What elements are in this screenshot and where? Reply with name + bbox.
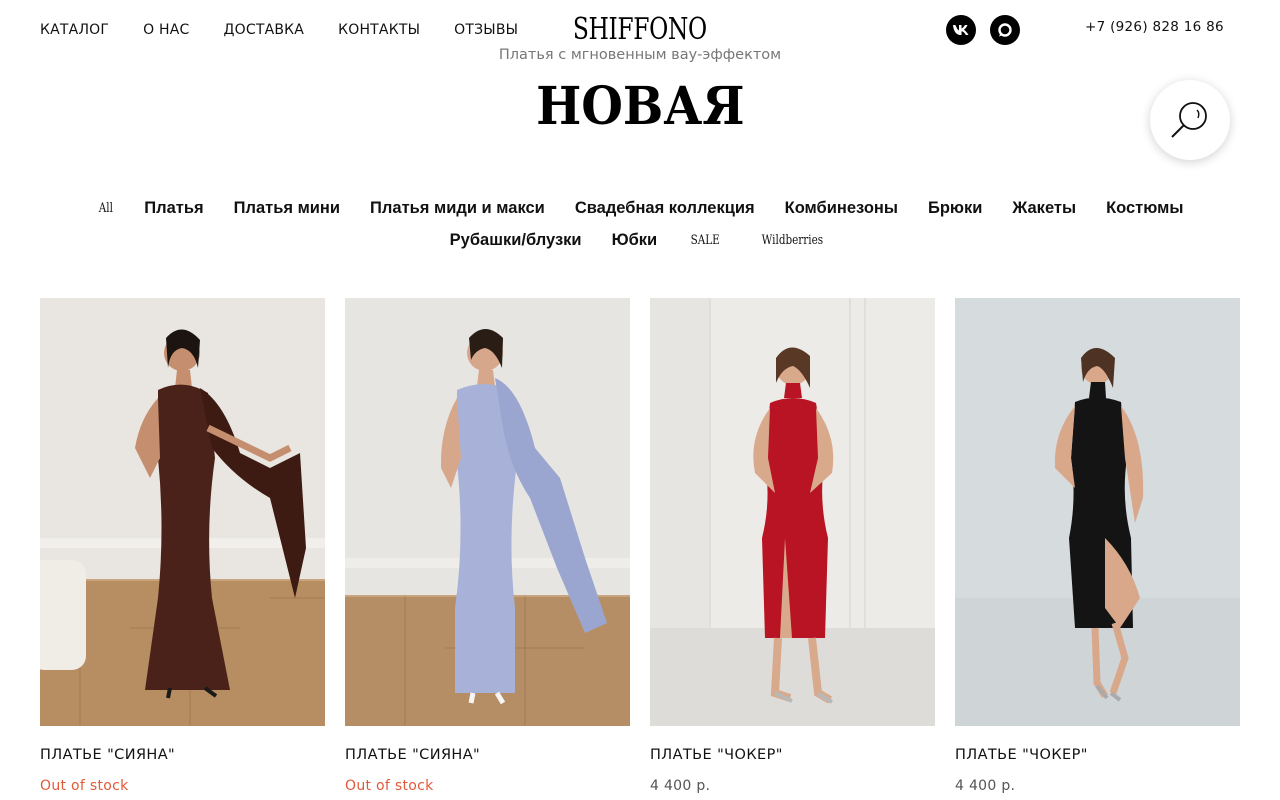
nav-reviews-link[interactable]: ОТЗЫВЫ bbox=[454, 20, 518, 40]
product-price: Out of stock bbox=[40, 778, 129, 794]
product-card[interactable]: ПЛАТЬЕ "ЧОКЕР" 4 400 р. bbox=[650, 298, 935, 794]
category-jackets[interactable]: Жакеты bbox=[1012, 199, 1076, 218]
category-dresses[interactable]: Платья bbox=[144, 199, 203, 218]
category-sale[interactable]: SALE bbox=[691, 233, 720, 248]
top-nav: КАТАЛОГ О НАС ДОСТАВКА КОНТАКТЫ ОТЗЫВЫ bbox=[40, 20, 518, 40]
product-photo bbox=[40, 298, 325, 726]
product-price: 4 400 р. bbox=[650, 778, 711, 794]
social-links bbox=[946, 15, 1020, 45]
category-mini-dresses[interactable]: Платья мини bbox=[234, 199, 340, 218]
category-wildberries[interactable]: Wildberries bbox=[761, 233, 822, 248]
vk-link[interactable] bbox=[946, 15, 976, 45]
category-row: All Платья Платья мини Платья миди и мак… bbox=[0, 192, 1280, 224]
logo[interactable]: SHIFFONO bbox=[573, 12, 707, 47]
product-card[interactable]: ПЛАТЬЕ "ЧОКЕР" 4 400 р. bbox=[955, 298, 1240, 794]
page-title: НОВАЯ bbox=[0, 76, 1280, 137]
category-skirts[interactable]: Юбки bbox=[612, 231, 658, 250]
search-button[interactable] bbox=[1150, 80, 1230, 160]
category-midi-maxi-dresses[interactable]: Платья миди и макси bbox=[370, 199, 545, 218]
chat-icon bbox=[998, 23, 1012, 37]
product-image[interactable] bbox=[40, 298, 325, 726]
category-suits[interactable]: Костюмы bbox=[1106, 199, 1183, 218]
page-title-text: НОВАЯ bbox=[535, 76, 745, 137]
category-trousers[interactable]: Брюки bbox=[928, 199, 982, 218]
product-title[interactable]: ПЛАТЬЕ "ЧОКЕР" bbox=[955, 746, 1240, 764]
search-icon bbox=[1171, 102, 1207, 138]
product-image[interactable] bbox=[345, 298, 630, 726]
category-shirts[interactable]: Рубашки/блузки bbox=[450, 231, 582, 250]
product-photo bbox=[345, 298, 630, 726]
product-title[interactable]: ПЛАТЬЕ "ЧОКЕР" bbox=[650, 746, 935, 764]
vk-icon bbox=[953, 25, 969, 35]
category-wedding[interactable]: Свадебная коллекция bbox=[575, 199, 755, 218]
product-photo bbox=[650, 298, 935, 726]
product-image[interactable] bbox=[650, 298, 935, 726]
product-title[interactable]: ПЛАТЬЕ "СИЯНА" bbox=[345, 746, 630, 764]
product-title[interactable]: ПЛАТЬЕ "СИЯНА" bbox=[40, 746, 325, 764]
nav-delivery-link[interactable]: ДОСТАВКА bbox=[224, 20, 305, 40]
nav-contacts-link[interactable]: КОНТАКТЫ bbox=[338, 20, 420, 40]
nav-catalog-link[interactable]: КАТАЛОГ bbox=[40, 20, 109, 40]
category-all[interactable]: All bbox=[98, 201, 112, 216]
product-price: Out of stock bbox=[345, 778, 434, 794]
chat-link[interactable] bbox=[990, 15, 1020, 45]
product-price: 4 400 р. bbox=[955, 778, 1016, 794]
product-image[interactable] bbox=[955, 298, 1240, 726]
product-photo bbox=[955, 298, 1240, 726]
nav-about-link[interactable]: О НАС bbox=[143, 20, 189, 40]
phone-link[interactable]: +7 (926) 828 16 86 bbox=[1085, 19, 1224, 35]
tagline: Платья с мгновенным вау-эффектом bbox=[498, 47, 782, 63]
category-jumpsuits[interactable]: Комбинезоны bbox=[785, 199, 898, 218]
category-filter: All Платья Платья мини Платья миди и мак… bbox=[0, 192, 1280, 256]
product-grid: ПЛАТЬЕ "СИЯНА" Out of stock ПЛАТЬЕ "СИЯН… bbox=[40, 298, 1240, 794]
product-card[interactable]: ПЛАТЬЕ "СИЯНА" Out of stock bbox=[345, 298, 630, 794]
category-row: Рубашки/блузки Юбки SALE Wildberries bbox=[0, 224, 1280, 256]
product-card[interactable]: ПЛАТЬЕ "СИЯНА" Out of stock bbox=[40, 298, 325, 794]
